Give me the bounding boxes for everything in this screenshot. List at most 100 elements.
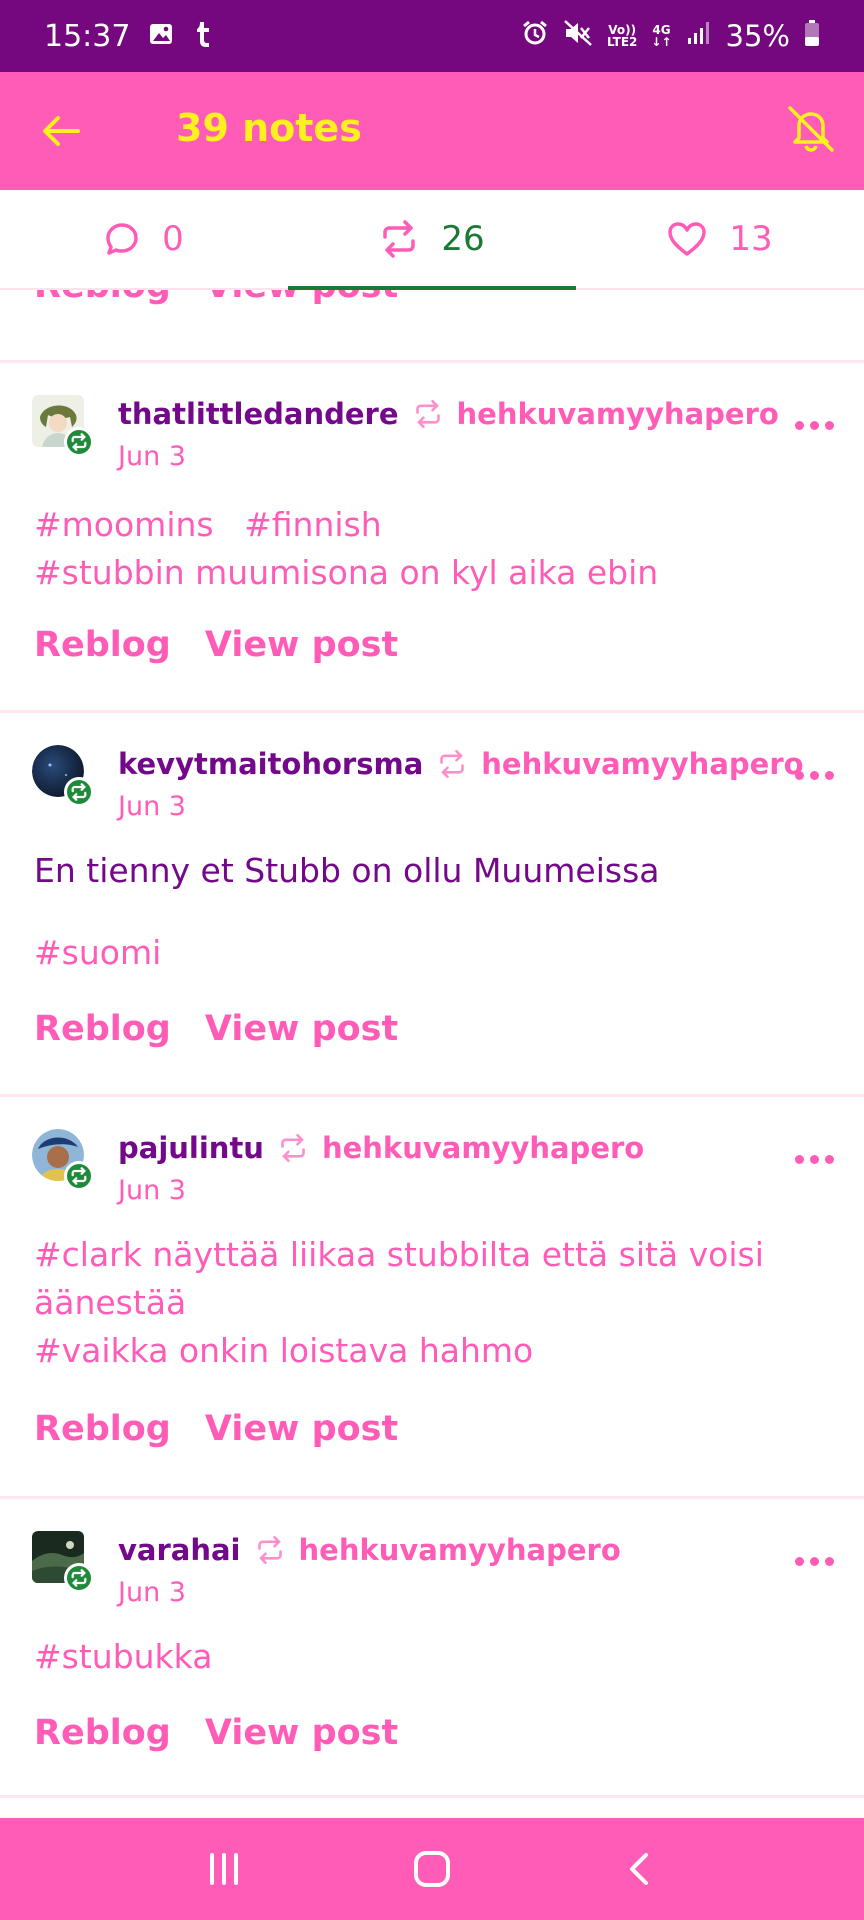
reblog-icon [257, 1535, 282, 1565]
reblog-icon [415, 399, 440, 429]
dot [810, 771, 819, 780]
view-post-button[interactable]: View post [205, 1009, 398, 1049]
reblogged-from-name[interactable]: hehkuvamyyhapero [322, 1131, 644, 1165]
avatar[interactable] [32, 1531, 94, 1593]
dot [810, 421, 819, 430]
tab-reblogs[interactable]: 26 [288, 190, 576, 290]
view-post-button[interactable]: View post [205, 290, 398, 306]
post-header: thatlittledandere hehkuvamyyhapero [118, 397, 779, 431]
home-button[interactable] [402, 1839, 462, 1899]
mute-icon [563, 19, 593, 54]
tab-comments[interactable]: 0 [0, 190, 288, 288]
reblog-button[interactable]: Reblog [34, 1409, 171, 1449]
reblogged-from-name[interactable]: hehkuvamyyhapero [481, 747, 803, 781]
reblog-icon [440, 749, 465, 779]
more-options-button[interactable] [795, 771, 834, 780]
view-post-button[interactable]: View post [205, 1713, 398, 1753]
author-name[interactable]: varahai [118, 1533, 241, 1567]
post-actions: Reblog View post [34, 625, 398, 665]
notes-tabs: 0 26 13 [0, 190, 864, 290]
likes-count: 13 [729, 219, 773, 259]
bell-off-icon [788, 106, 834, 152]
comments-count: 0 [162, 219, 184, 259]
tag[interactable]: #clark näyttää liikaa stubbilta että sit… [34, 1235, 764, 1322]
post-actions: Reblog View post [34, 1409, 398, 1449]
dot [825, 771, 834, 780]
reblog-note: varahai hehkuvamyyhapero Jun 3 #stubukka… [0, 1496, 864, 1798]
post-tags: #moomins #finnish #stubbin muumisona on … [34, 501, 844, 597]
reblog-badge-icon [64, 777, 94, 807]
post-header: varahai hehkuvamyyhapero [118, 1533, 621, 1567]
reblog-icon [383, 220, 416, 258]
recents-icon [210, 1853, 238, 1885]
battery-icon [804, 19, 820, 54]
back-button[interactable] [38, 108, 84, 154]
status-bar: 15:37 Vo)) LTE2 4G ↓↑ 35% [0, 0, 864, 72]
recents-button[interactable] [194, 1839, 254, 1899]
tag[interactable]: #stubbin muumisona on kyl aika ebin [34, 553, 658, 592]
more-options-button[interactable] [795, 1557, 834, 1566]
back-icon [630, 1853, 648, 1885]
view-post-button[interactable]: View post [205, 625, 398, 665]
reblog-button[interactable]: Reblog [34, 625, 171, 665]
dot [810, 1155, 819, 1164]
heart-icon [668, 222, 707, 256]
tag[interactable]: #moomins [34, 505, 214, 544]
post-date: Jun 3 [118, 791, 186, 822]
reblog-note: thatlittledandere hehkuvamyyhapero Jun 3… [0, 360, 864, 710]
reblog-badge-icon [64, 1161, 94, 1191]
dot [795, 421, 804, 430]
avatar[interactable] [32, 1129, 94, 1191]
arrow-left-icon [43, 116, 80, 146]
post-date: Jun 3 [118, 441, 186, 472]
dot [825, 421, 834, 430]
signal-icon [686, 19, 712, 53]
post-header: pajulintu hehkuvamyyhapero [118, 1131, 644, 1165]
alarm-icon [521, 19, 549, 54]
app-bar: 39 notes [0, 72, 864, 190]
status-time: 15:37 [44, 18, 131, 54]
notes-feed[interactable]: Reblog View post thatlittledandere hehku… [0, 290, 864, 1818]
tag[interactable]: #finnish [244, 505, 382, 544]
dot [795, 1557, 804, 1566]
reblog-badge-icon [64, 427, 94, 457]
post-tags: #suomi [34, 929, 844, 977]
more-options-button[interactable] [795, 421, 834, 430]
post-date: Jun 3 [118, 1175, 186, 1206]
reblogged-from-name[interactable]: hehkuvamyyhapero [457, 397, 779, 431]
reblog-button[interactable]: Reblog [34, 290, 171, 306]
comment-icon [106, 223, 138, 255]
avatar[interactable] [32, 745, 94, 807]
author-name[interactable]: thatlittledandere [118, 397, 399, 431]
notifications-toggle-button[interactable] [784, 102, 838, 156]
reblogs-count: 26 [441, 219, 485, 259]
author-name[interactable]: kevytmaitohorsma [118, 747, 423, 781]
author-name[interactable]: pajulintu [118, 1131, 264, 1165]
post-actions: Reblog View post [34, 1009, 398, 1049]
reblog-button[interactable]: Reblog [34, 1009, 171, 1049]
network-indicator: 4G ↓↑ [651, 24, 671, 48]
post-tags: #stubukka [34, 1633, 844, 1681]
dot [795, 771, 804, 780]
dot [810, 1557, 819, 1566]
avatar[interactable] [32, 395, 94, 457]
volte-indicator: Vo)) LTE2 [607, 24, 637, 48]
reblogged-from-name[interactable]: hehkuvamyyhapero [299, 1533, 621, 1567]
volte-bottom: LTE2 [607, 35, 638, 49]
tag[interactable]: #suomi [34, 933, 161, 972]
dot [795, 1155, 804, 1164]
reblog-badge-icon [64, 1563, 94, 1593]
tag[interactable]: #stubukka [34, 1637, 212, 1676]
post-date: Jun 3 [118, 1577, 186, 1608]
reblog-note: kevytmaitohorsma hehkuvamyyhapero Jun 3 … [0, 710, 864, 1094]
reblog-button[interactable]: Reblog [34, 1713, 171, 1753]
tab-likes[interactable]: 13 [576, 190, 864, 288]
post-body: En tienny et Stubb on ollu Muumeissa [34, 851, 660, 890]
battery-percent: 35% [725, 19, 790, 53]
post-tags: #clark näyttää liikaa stubbilta että sit… [34, 1231, 844, 1375]
more-options-button[interactable] [795, 1155, 834, 1164]
back-nav-button[interactable] [610, 1839, 670, 1899]
view-post-button[interactable]: View post [205, 1409, 398, 1449]
tag[interactable]: #vaikka onkin loistava hahmo [34, 1331, 533, 1370]
reblog-icon [281, 1133, 305, 1163]
